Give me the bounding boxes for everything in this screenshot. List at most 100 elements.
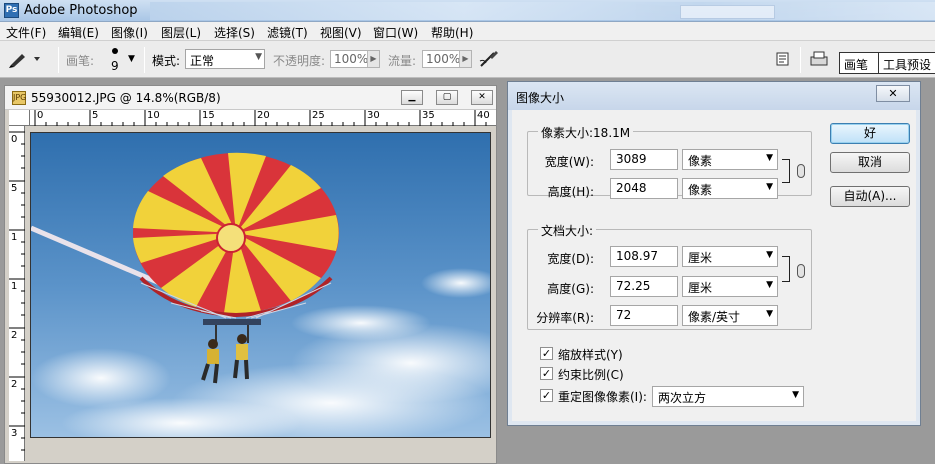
flow-field[interactable]: 100% ▶ <box>422 50 472 68</box>
scale-styles-checkbox[interactable]: ✓ <box>540 347 553 360</box>
chain-link-icon <box>797 264 805 278</box>
ok-button[interactable]: 好 <box>830 123 910 144</box>
doc-height-label: 高度(G): <box>547 282 594 296</box>
pixel-height-unit: 像素 <box>688 183 713 197</box>
ruler-label: 40 <box>477 110 490 121</box>
chevron-down-icon: ▼ <box>766 309 773 319</box>
menu-layer[interactable]: 图层(L) <box>161 24 201 41</box>
brush-label: 画笔: <box>66 54 95 68</box>
print-icon[interactable] <box>808 49 830 73</box>
ruler-label: 30 <box>367 110 380 121</box>
constrain-proportions-label: 约束比例(C) <box>558 368 624 382</box>
image-size-dialog: 图像大小 ✕ 像素大小:18.1M 宽度(W): 3089 像素 ▼ 高度(H)… <box>507 81 921 426</box>
menu-edit[interactable]: 编辑(E) <box>58 24 99 41</box>
mode-select[interactable]: 正常 ▼ <box>185 49 265 69</box>
resample-method-select[interactable]: 两次立方 ▼ <box>652 386 804 407</box>
ruler-label: 10 <box>147 110 160 121</box>
tab-tool-presets[interactable]: 工具预设 <box>878 52 935 74</box>
document-titlebar[interactable]: JPG 55930012.JPG @ 14.8%(RGB/8) ▁ ▢ ✕ <box>5 86 496 110</box>
ruler-horizontal[interactable]: 0 5 10 15 20 25 30 35 40 <box>30 110 496 126</box>
ruler-label: 2 <box>11 330 18 341</box>
separator <box>58 47 59 73</box>
image-canvas[interactable] <box>30 132 491 438</box>
brush-preset-picker[interactable]: 9 ▼ <box>106 46 136 74</box>
constrain-proportions-checkbox[interactable]: ✓ <box>540 367 553 380</box>
menu-image[interactable]: 图像(I) <box>111 24 148 41</box>
flow-label: 流量: <box>388 54 417 68</box>
menu-help[interactable]: 帮助(H) <box>431 24 473 41</box>
document-size-legend: 文档大小: <box>538 222 597 239</box>
doc-width-input[interactable]: 108.97 <box>610 246 678 267</box>
cancel-button[interactable]: 取消 <box>830 152 910 173</box>
menu-select[interactable]: 选择(S) <box>214 24 255 41</box>
arrow-right-icon[interactable]: ▶ <box>367 51 379 67</box>
pixel-height-input[interactable]: 2048 <box>610 178 678 199</box>
minimize-button[interactable]: ▁ <box>401 90 423 105</box>
doc-width-unit-select[interactable]: 厘米 ▼ <box>682 246 778 267</box>
pixel-width-input[interactable]: 3089 <box>610 149 678 170</box>
ruler-label: 3 <box>11 428 18 439</box>
close-button[interactable]: ✕ <box>471 90 493 105</box>
chevron-down-icon: ▼ <box>766 250 773 260</box>
background-tab <box>680 5 775 19</box>
dialog-titlebar[interactable]: 图像大小 ✕ <box>508 82 920 110</box>
width-label: 宽度(W): <box>544 155 594 169</box>
pixel-width-unit: 像素 <box>688 154 713 168</box>
photoshop-app-icon: Ps <box>4 3 19 18</box>
ruler-label: 25 <box>312 110 325 121</box>
dialog-close-button[interactable]: ✕ <box>876 85 910 102</box>
resolution-label: 分辨率(R): <box>536 311 594 325</box>
opacity-value: 100% <box>334 52 369 66</box>
arrow-right-icon[interactable]: ▶ <box>459 51 471 67</box>
doc-width-unit: 厘米 <box>688 251 713 265</box>
doc-height-input[interactable]: 72.25 <box>610 276 678 297</box>
resample-checkbox[interactable]: ✓ <box>540 389 553 402</box>
document-icon: JPG <box>12 91 26 105</box>
palette-well-icon[interactable] <box>775 51 791 71</box>
chevron-down-icon: ▼ <box>766 280 773 290</box>
pixel-width-unit-select[interactable]: 像素 ▼ <box>682 149 778 170</box>
chevron-down-icon: ▼ <box>766 182 773 192</box>
chain-link-icon <box>797 164 805 178</box>
pixel-height-unit-select[interactable]: 像素 ▼ <box>682 178 778 199</box>
resolution-unit-select[interactable]: 像素/英寸 ▼ <box>682 305 778 326</box>
app-title: Adobe Photoshop <box>24 3 138 18</box>
ruler-label: 15 <box>202 110 215 121</box>
ruler-vertical[interactable]: 0 5 1 1 2 2 3 <box>9 126 25 461</box>
doc-width-label: 宽度(D): <box>547 252 594 266</box>
ruler-label: 2 <box>11 379 18 390</box>
close-icon: ✕ <box>888 87 898 100</box>
background-window-strip <box>150 2 935 20</box>
ruler-label: 0 <box>11 134 18 145</box>
ruler-label: 5 <box>11 183 18 194</box>
scale-styles-label: 缩放样式(Y) <box>558 348 623 362</box>
tool-options-bar: 画笔: 9 ▼ 模式: 正常 ▼ 不透明度: 100% ▶ 流量: 100% ▶ <box>0 41 935 78</box>
chevron-down-icon: ▼ <box>255 52 262 62</box>
doc-height-unit-select[interactable]: 厘米 ▼ <box>682 276 778 297</box>
menu-file[interactable]: 文件(F) <box>6 24 46 41</box>
resample-label: 重定图像像素(I): <box>558 390 647 404</box>
flow-value: 100% <box>426 52 461 66</box>
brush-tool-icon[interactable] <box>8 49 42 73</box>
app-titlebar: Ps Adobe Photoshop <box>0 0 935 22</box>
ruler-origin[interactable] <box>9 110 30 126</box>
ruler-label: 1 <box>11 232 18 243</box>
separator <box>800 47 801 73</box>
menu-filter[interactable]: 滤镜(T) <box>267 24 308 41</box>
auto-button[interactable]: 自动(A)... <box>830 186 910 207</box>
maximize-button[interactable]: ▢ <box>436 90 458 105</box>
height-label: 高度(H): <box>547 185 594 199</box>
ruler-label: 1 <box>11 281 18 292</box>
brush-size: 9 <box>111 59 119 73</box>
opacity-field[interactable]: 100% ▶ <box>330 50 380 68</box>
menu-window[interactable]: 窗口(W) <box>373 24 418 41</box>
doc-height-unit: 厘米 <box>688 281 713 295</box>
tab-brushes[interactable]: 画笔 <box>839 52 879 74</box>
link-bracket <box>782 159 790 183</box>
menu-view[interactable]: 视图(V) <box>320 24 362 41</box>
resolution-unit: 像素/英寸 <box>688 310 741 324</box>
document-window: JPG 55930012.JPG @ 14.8%(RGB/8) ▁ ▢ ✕ 0 <box>4 85 497 464</box>
airbrush-icon[interactable] <box>478 49 500 73</box>
ruler-label: 5 <box>92 110 99 121</box>
resolution-input[interactable]: 72 <box>610 305 678 326</box>
